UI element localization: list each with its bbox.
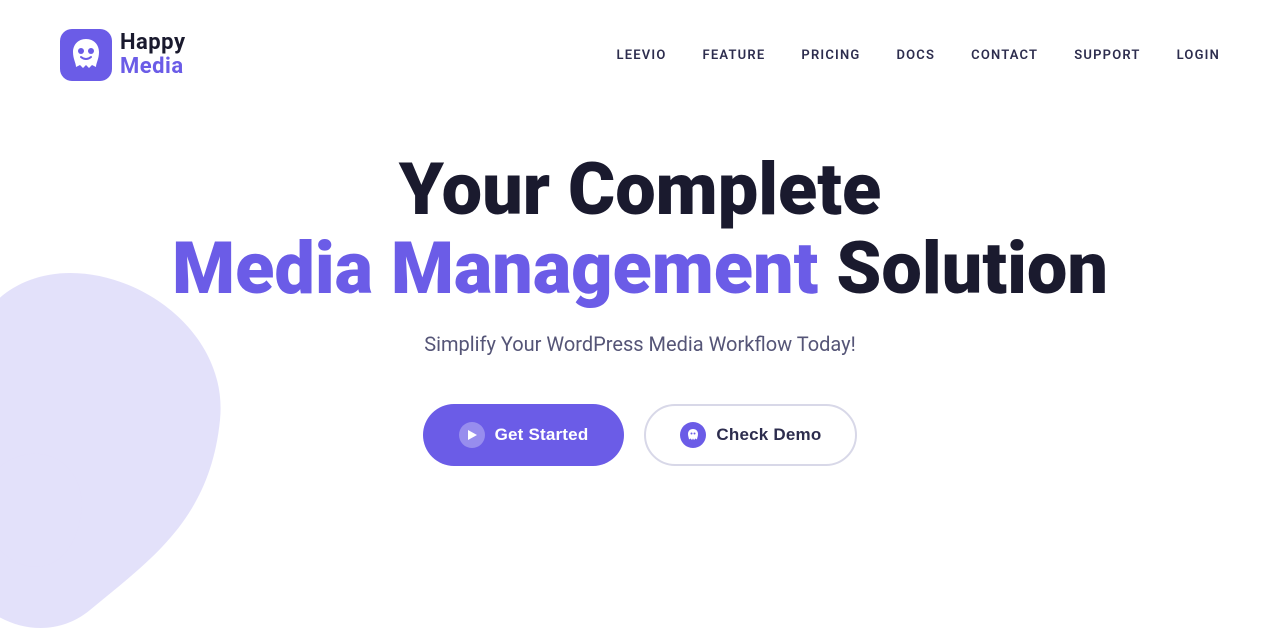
play-icon <box>465 428 479 442</box>
hero-title: Your Complete Media Management Solution <box>172 150 1108 308</box>
main-nav: LEEVIO FEATURE PRICING DOCS CONTACT SUPP… <box>616 48 1220 63</box>
check-demo-label: Check Demo <box>716 425 821 445</box>
hero-title-line1: Your Complete <box>399 147 882 232</box>
logo-happy-text: Happy <box>120 31 186 55</box>
nav-feature[interactable]: FEATURE <box>703 48 766 63</box>
check-demo-button[interactable]: Check Demo <box>644 404 857 466</box>
logo[interactable]: Happy Media <box>60 29 186 81</box>
logo-media-text: Media <box>120 55 186 79</box>
hero-section: Your Complete Media Management Solution … <box>0 110 1280 466</box>
nav-login[interactable]: LOGIN <box>1177 48 1220 63</box>
get-started-icon <box>459 422 485 448</box>
get-started-button[interactable]: Get Started <box>423 404 625 466</box>
nav-leevio[interactable]: LEEVIO <box>616 48 666 63</box>
logo-icon <box>60 29 112 81</box>
header: Happy Media LEEVIO FEATURE PRICING DOCS … <box>0 0 1280 110</box>
hero-buttons: Get Started Check Demo <box>423 404 858 466</box>
get-started-label: Get Started <box>495 425 589 445</box>
nav-support[interactable]: SUPPORT <box>1074 48 1140 63</box>
nav-contact[interactable]: CONTACT <box>971 48 1038 63</box>
demo-icon <box>685 427 701 443</box>
nav-pricing[interactable]: PRICING <box>801 48 860 63</box>
hero-title-line2: Solution <box>836 226 1108 311</box>
hero-subtitle: Simplify Your WordPress Media Workflow T… <box>424 332 855 356</box>
check-demo-icon <box>680 422 706 448</box>
nav-docs[interactable]: DOCS <box>896 48 935 63</box>
logo-text: Happy Media <box>120 31 186 79</box>
hero-title-highlight: Media Management <box>172 226 818 311</box>
